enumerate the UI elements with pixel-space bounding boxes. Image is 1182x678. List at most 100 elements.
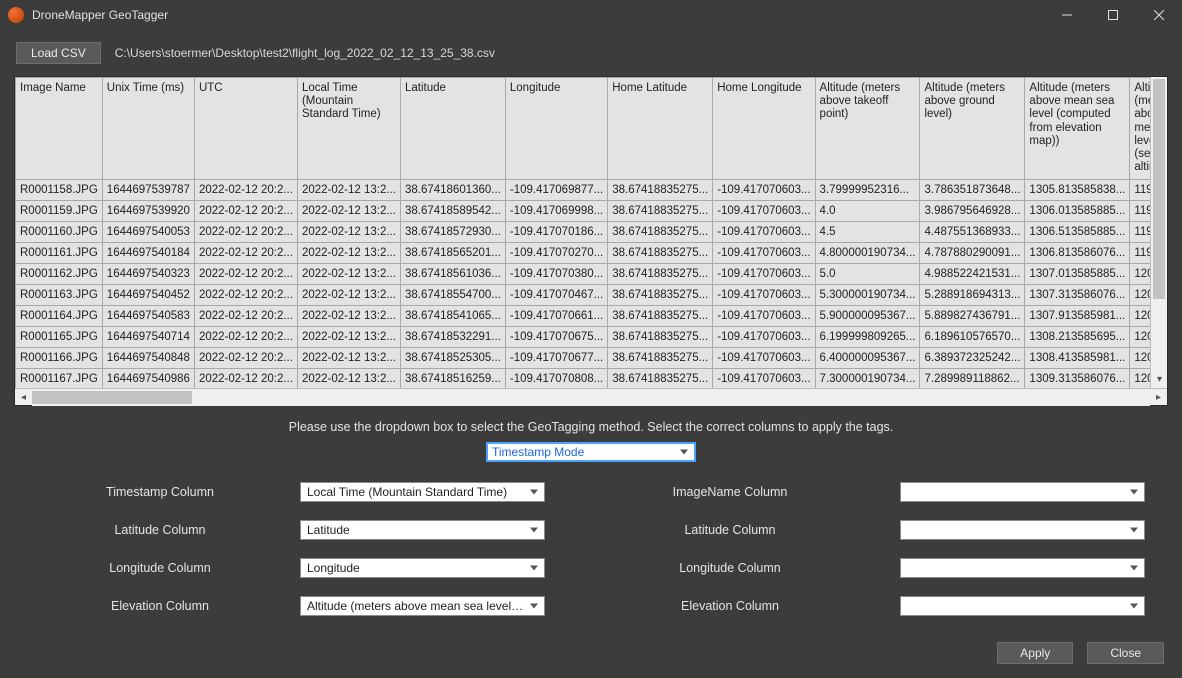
table-cell[interactable]: 38.67418601360... [400,179,505,200]
table-row[interactable]: R0001162.JPG16446975403232022-02-12 20:2… [16,263,1168,284]
horizontal-scrollbar[interactable]: ◂ ▸ [15,388,1167,405]
table-cell[interactable]: 5.0 [815,263,920,284]
table-row[interactable]: R0001165.JPG16446975407142022-02-12 20:2… [16,326,1168,347]
table-cell[interactable]: -109.417070380... [505,263,607,284]
table-cell[interactable]: 38.67418835275... [608,263,713,284]
timestamp-column-select[interactable]: Local Time (Mountain Standard Time) [300,482,545,502]
table-cell[interactable]: 2022-02-12 13:2... [297,179,400,200]
table-cell[interactable]: 2022-02-12 20:2... [194,347,297,368]
table-row[interactable]: R0001160.JPG16446975400532022-02-12 20:2… [16,221,1168,242]
table-cell[interactable]: R0001165.JPG [16,326,103,347]
table-cell[interactable]: 5.889827436791... [920,305,1025,326]
table-cell[interactable]: 2022-02-12 20:2... [194,263,297,284]
table-cell[interactable]: 1644697540053 [102,221,194,242]
table-cell[interactable]: 1306.513585885... [1025,221,1130,242]
column-header[interactable]: Longitude [505,78,607,180]
table-row[interactable]: R0001164.JPG16446975405832022-02-12 20:2… [16,305,1168,326]
table-cell[interactable]: R0001167.JPG [16,368,103,388]
table-cell[interactable]: 1306.013585885... [1025,200,1130,221]
table-cell[interactable]: 38.67418835275... [608,179,713,200]
column-header[interactable]: Home Latitude [608,78,713,180]
table-cell[interactable]: R0001159.JPG [16,200,103,221]
table-cell[interactable]: R0001162.JPG [16,263,103,284]
table-cell[interactable]: -109.417070603... [713,368,815,388]
table-cell[interactable]: 38.67418835275... [608,326,713,347]
latitude-column-select-left[interactable]: Latitude [300,520,545,540]
table-cell[interactable]: 1644697540848 [102,347,194,368]
table-cell[interactable]: 38.67418589542... [400,200,505,221]
table-cell[interactable]: 38.67418554700... [400,284,505,305]
table-cell[interactable]: 38.67418835275... [608,221,713,242]
table-cell[interactable]: 1305.813585838... [1025,179,1130,200]
table-cell[interactable]: 38.67418835275... [608,305,713,326]
table-cell[interactable]: -109.417070603... [713,326,815,347]
table-cell[interactable]: 5.300000190734... [815,284,920,305]
table-cell[interactable]: 2022-02-12 20:2... [194,200,297,221]
table-cell[interactable]: 38.67418835275... [608,242,713,263]
table-cell[interactable]: 38.67418541065... [400,305,505,326]
table-cell[interactable]: 1308.213585695... [1025,326,1130,347]
table-cell[interactable]: 4.0 [815,200,920,221]
table-cell[interactable]: R0001163.JPG [16,284,103,305]
table-cell[interactable]: -109.417070677... [505,347,607,368]
table-cell[interactable]: -109.417070808... [505,368,607,388]
table-cell[interactable]: 2022-02-12 13:2... [297,368,400,388]
table-cell[interactable]: 4.787880290091... [920,242,1025,263]
table-cell[interactable]: 1306.813586076... [1025,242,1130,263]
close-window-button[interactable] [1136,0,1182,30]
table-cell[interactable]: 1644697540184 [102,242,194,263]
table-row[interactable]: R0001163.JPG16446975404522022-02-12 20:2… [16,284,1168,305]
table-cell[interactable]: 38.67418532291... [400,326,505,347]
table-cell[interactable]: 38.67418835275... [608,284,713,305]
table-cell[interactable]: 2022-02-12 13:2... [297,284,400,305]
imagename-column-select[interactable] [900,482,1145,502]
table-cell[interactable]: 1644697540714 [102,326,194,347]
table-cell[interactable]: 2022-02-12 13:2... [297,221,400,242]
table-cell[interactable]: 6.199999809265... [815,326,920,347]
table-cell[interactable]: -109.417070270... [505,242,607,263]
table-cell[interactable]: 1309.313586076... [1025,368,1130,388]
table-cell[interactable]: 2022-02-12 13:2... [297,200,400,221]
longitude-column-select-left[interactable]: Longitude [300,558,545,578]
table-cell[interactable]: -109.417070603... [713,242,815,263]
table-cell[interactable]: 5.288918694313... [920,284,1025,305]
column-header[interactable]: Altitude (meters above ground level) [920,78,1025,180]
table-cell[interactable]: -109.417070675... [505,326,607,347]
scroll-down-icon[interactable]: ▾ [1151,371,1167,388]
table-cell[interactable]: 3.986795646928... [920,200,1025,221]
table-cell[interactable]: -109.417070603... [713,200,815,221]
vertical-scrollbar[interactable]: ▾ [1150,77,1167,388]
table-cell[interactable]: 38.67418565201... [400,242,505,263]
column-header[interactable]: Altitude (meters above takeoff point) [815,78,920,180]
maximize-button[interactable] [1090,0,1136,30]
apply-button[interactable]: Apply [997,642,1073,664]
table-cell[interactable]: 1644697540583 [102,305,194,326]
table-cell[interactable]: 2022-02-12 13:2... [297,326,400,347]
geotag-mode-select[interactable]: Timestamp Mode [486,442,696,462]
table-cell[interactable]: -109.417070603... [713,179,815,200]
table-cell[interactable]: 1307.013585885... [1025,263,1130,284]
table-cell[interactable]: -109.417070603... [713,263,815,284]
grid-table[interactable]: Image NameUnix Time (ms)UTCLocal Time (M… [15,77,1167,388]
table-cell[interactable]: 6.400000095367... [815,347,920,368]
table-cell[interactable]: -109.417069877... [505,179,607,200]
table-cell[interactable]: 1308.413585981... [1025,347,1130,368]
table-cell[interactable]: 38.67418561036... [400,263,505,284]
table-cell[interactable]: 1644697540452 [102,284,194,305]
latitude-column-select-right[interactable] [900,520,1145,540]
table-cell[interactable]: 3.79999952316... [815,179,920,200]
table-cell[interactable]: 1307.313586076... [1025,284,1130,305]
table-cell[interactable]: 38.67418525305... [400,347,505,368]
column-header[interactable]: UTC [194,78,297,180]
table-cell[interactable]: 38.67418516259... [400,368,505,388]
table-cell[interactable]: 4.5 [815,221,920,242]
table-cell[interactable]: 6.189610576570... [920,326,1025,347]
table-cell[interactable]: 38.67418835275... [608,200,713,221]
scroll-right-icon[interactable]: ▸ [1150,389,1167,406]
table-cell[interactable]: 2022-02-12 13:2... [297,305,400,326]
table-cell[interactable]: 2022-02-12 13:2... [297,242,400,263]
table-cell[interactable]: R0001166.JPG [16,347,103,368]
table-cell[interactable]: -109.417070186... [505,221,607,242]
table-cell[interactable]: -109.417070467... [505,284,607,305]
table-row[interactable]: R0001161.JPG16446975401842022-02-12 20:2… [16,242,1168,263]
